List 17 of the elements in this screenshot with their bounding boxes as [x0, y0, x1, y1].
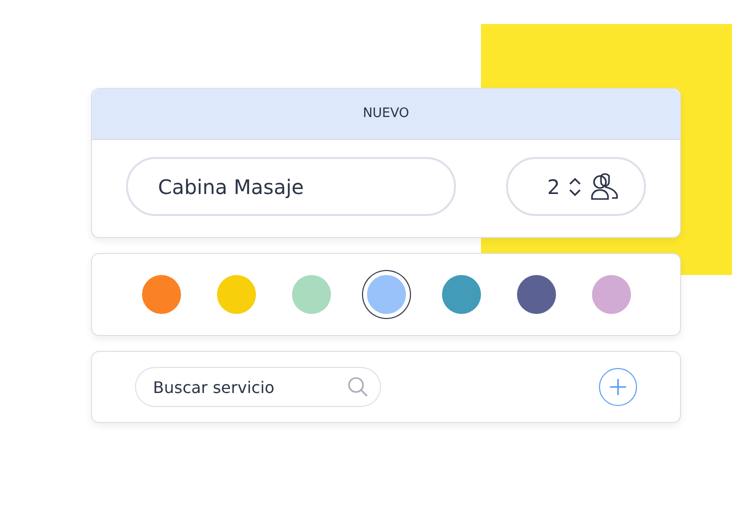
name-field[interactable]: Cabina Masaje [126, 157, 456, 216]
color-swatch[interactable] [217, 275, 256, 314]
capacity-field[interactable]: 2 [506, 157, 646, 216]
search-icon[interactable] [347, 376, 369, 398]
color-swatch[interactable] [367, 275, 406, 314]
color-swatch[interactable] [517, 275, 556, 314]
color-swatch[interactable] [292, 275, 331, 314]
people-icon [590, 172, 620, 200]
card-title: NUEVO [362, 105, 410, 124]
color-swatch[interactable] [442, 275, 481, 314]
search-field[interactable]: Buscar servicio [135, 367, 381, 407]
plus-icon [609, 378, 627, 396]
capacity-value: 2 [547, 174, 560, 200]
color-swatch[interactable] [142, 275, 181, 314]
stepper-icon[interactable] [568, 176, 582, 196]
color-swatch[interactable] [592, 275, 631, 314]
add-button[interactable] [599, 368, 637, 406]
